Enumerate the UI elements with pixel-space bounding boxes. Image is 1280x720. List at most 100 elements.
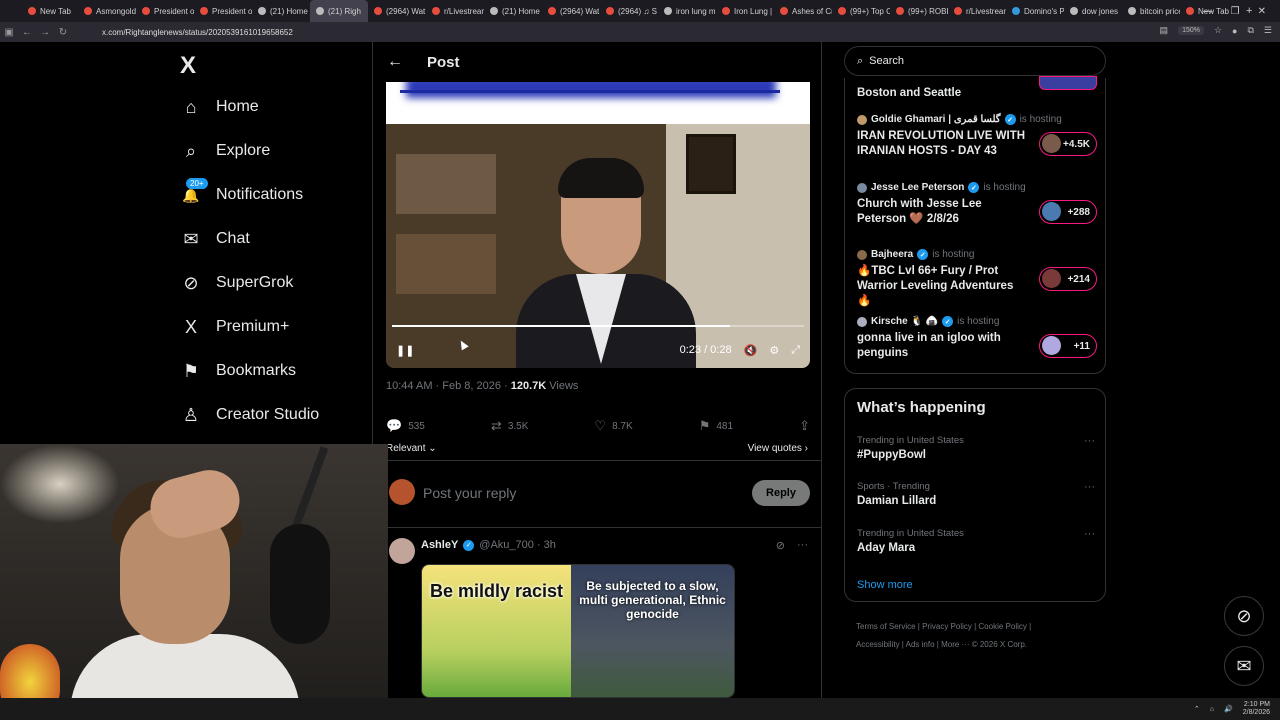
page-title: Post (427, 53, 460, 71)
browser-tab[interactable]: (21) Righ✕ (310, 0, 368, 22)
browser-tab[interactable]: r/Livestream (948, 0, 1006, 22)
browser-tab[interactable]: New Tab (22, 0, 78, 22)
browser-tab[interactable]: bitcoin price (1122, 0, 1180, 22)
more-icon[interactable]: ··· (1084, 528, 1095, 540)
search-input[interactable]: ⌕ Search (844, 46, 1106, 76)
browser-tab[interactable]: iron lung m (658, 0, 716, 22)
bookmark-action[interactable]: ⚑ 481 (699, 418, 733, 434)
browser-tab[interactable]: (21) Home (252, 0, 310, 22)
url-field[interactable]: x.com/Rightanglenews/status/202053916101… (102, 28, 293, 37)
x-logo[interactable]: X (180, 52, 196, 80)
browser-tab[interactable]: President of (194, 0, 252, 22)
tab-label: Asmongold (96, 6, 136, 16)
tray-chevron-icon[interactable]: ⌃ (1194, 705, 1200, 713)
forward-icon[interactable]: → (36, 27, 54, 38)
network-icon[interactable]: ⌂ (1210, 706, 1214, 713)
browser-tab[interactable]: Asmongold (78, 0, 136, 22)
settings-gear-icon[interactable]: ⚙ (769, 344, 779, 357)
search-placeholder: Search (869, 55, 905, 67)
nav-creator-studio[interactable]: ♙ Creator Studio (180, 404, 319, 426)
browser-tab[interactable]: President of (136, 0, 194, 22)
trend-item[interactable]: Sports · Trending Damian Lillard ··· (857, 481, 1095, 507)
reply-action[interactable]: 💬 535 (386, 418, 425, 434)
reload-icon[interactable]: ↻ (54, 27, 72, 38)
nav-home[interactable]: ⌂ Home (180, 96, 259, 118)
zoom-level[interactable]: 150% (1178, 26, 1204, 35)
browser-tab[interactable]: r/Livestream (426, 0, 484, 22)
pause-icon[interactable]: ❚❚ (396, 344, 414, 357)
video-progress-bar[interactable] (392, 325, 804, 327)
author-name[interactable]: AshleY (421, 539, 458, 551)
space-item[interactable]: Kirsche 🐧 🍙 ✓ is hosting gonna live in an … (857, 316, 1097, 361)
tweet-tools: ⊘ ··· (776, 539, 808, 552)
menu-icon[interactable]: ☰ (1264, 25, 1272, 36)
trend-item[interactable]: Trending in United States #PuppyBowl ··· (857, 435, 1095, 461)
account-icon[interactable]: ● (1232, 26, 1237, 36)
space-item[interactable]: Jesse Lee Peterson ✓ is hosting Church wit… (857, 182, 1097, 227)
fullscreen-icon[interactable]: ⤢ (791, 344, 800, 357)
video-player[interactable]: ❚❚ 0:23 / 0:28 🔇 ⚙ ⤢ (386, 124, 810, 368)
reader-icon[interactable]: ▤ (1160, 25, 1169, 36)
more-icon[interactable]: ··· (797, 539, 808, 552)
nav-chat[interactable]: ✉ Chat (180, 228, 249, 250)
space-title: Church with Jesse Lee Peterson 🤎 2/8/26 (857, 198, 982, 225)
space-item[interactable]: Goldie Ghamari | گلسا قمری ✓ is hosting IR… (857, 114, 1097, 159)
back-arrow-icon[interactable]: ← (387, 53, 403, 71)
grok-fab-button[interactable]: ⊘ (1224, 596, 1264, 636)
browser-tab[interactable]: dow jones (1064, 0, 1122, 22)
more-icon[interactable]: ··· (1084, 435, 1095, 447)
post-timestamp[interactable]: 10:44 AM · Feb 8, 2026 · (386, 380, 511, 392)
more-icon[interactable]: ··· (1084, 481, 1095, 493)
restore-icon[interactable]: ❐ (1231, 6, 1240, 17)
nav-label: Creator Studio (216, 406, 320, 423)
post-image-top[interactable] (386, 82, 810, 124)
browser-tab[interactable]: Ashes of Cr (774, 0, 832, 22)
grok-icon[interactable]: ⊘ (776, 539, 785, 552)
star-icon[interactable]: ☆ (1214, 25, 1222, 36)
mute-icon[interactable]: 🔇 (744, 344, 758, 357)
volume-icon[interactable]: 🔊 (1224, 705, 1233, 713)
author-handle[interactable]: @Aku_700 · 3h (479, 539, 556, 551)
reply-input[interactable]: Post your reply (423, 485, 516, 501)
browser-tab[interactable]: (2964) Wat (368, 0, 426, 22)
reply-button[interactable]: Reply (752, 480, 810, 506)
footer-line[interactable]: Accessibility | Ads info | More ··· © 20… (856, 636, 1106, 654)
show-more-link[interactable]: Show more (857, 579, 913, 591)
meme-image[interactable]: Be mildly racist Be subjected to a slow,… (421, 564, 735, 698)
reply-icon: 💬 (386, 418, 403, 433)
avatar[interactable] (389, 538, 415, 564)
browser-tab[interactable]: (99+) ROBL (890, 0, 948, 22)
close-window-icon[interactable]: ✕ (1258, 6, 1266, 17)
sidebar-toggle-icon[interactable]: ▣ (0, 27, 18, 38)
nav-notifications[interactable]: 🔔 20+ Notifications (180, 178, 303, 206)
browser-tab[interactable]: Domino's Pi (1006, 0, 1064, 22)
home-icon: ⌂ (185, 96, 197, 117)
share-action[interactable]: ⇪ (799, 418, 810, 434)
nav-premium[interactable]: X Premium+ (180, 316, 289, 338)
view-quotes-link[interactable]: View quotes › (748, 443, 808, 454)
footer-line[interactable]: Terms of Service | Privacy Policy | Cook… (856, 618, 1106, 636)
nav-bookmarks[interactable]: ⚑ Bookmarks (180, 360, 296, 382)
like-action[interactable]: ♡ 8.7K (594, 418, 632, 434)
sort-replies-dropdown[interactable]: Relevant ⌄ (386, 443, 437, 454)
messages-fab-button[interactable]: ✉ (1224, 646, 1264, 686)
browser-tab[interactable]: (99+) Top C (832, 0, 890, 22)
space-item[interactable]: Bajheera ✓ is hosting 🔥TBC Lvl 66+ Fury / … (857, 249, 1097, 309)
browser-tab[interactable]: (2964) Wat (542, 0, 600, 22)
browser-tab[interactable]: Iron Lung | (716, 0, 774, 22)
repost-action[interactable]: ⇄ 3.5K (491, 418, 528, 434)
tab-favicon-icon (548, 7, 556, 15)
back-icon[interactable]: ← (18, 27, 36, 38)
trend-item[interactable]: Trending in United States Aday Mara ··· (857, 528, 1095, 554)
nav-supergrok[interactable]: ⊘ SuperGrok (180, 272, 293, 294)
tab-label: bitcoin price (1140, 6, 1180, 16)
browser-tab[interactable]: (2964) ♫ S (600, 0, 658, 22)
meme-left-text: Be mildly racist (429, 581, 564, 601)
minimize-icon[interactable]: — (1203, 6, 1213, 17)
extensions-icon[interactable]: ⧉ (1247, 25, 1253, 36)
nav-explore[interactable]: ⌕ Explore (180, 140, 270, 162)
space-item[interactable]: Boston and Seattle (857, 76, 1097, 101)
clock[interactable]: 2:10 PM 2/8/2026 (1243, 701, 1270, 717)
browser-tab[interactable]: (21) Home (484, 0, 542, 22)
nav-label: Bookmarks (216, 362, 297, 379)
